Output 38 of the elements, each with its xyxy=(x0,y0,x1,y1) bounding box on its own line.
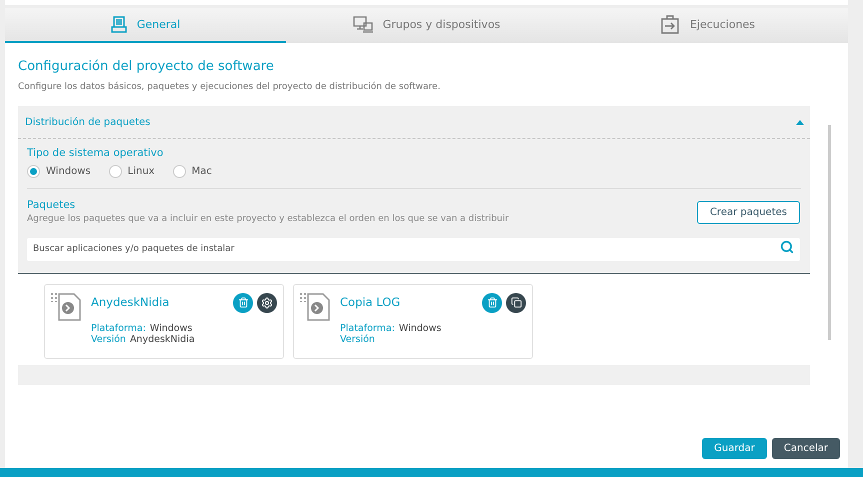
exit-box-icon xyxy=(660,15,680,34)
drag-handle-icon[interactable] xyxy=(51,292,57,302)
trash-icon xyxy=(486,297,498,308)
search-icon[interactable] xyxy=(780,240,794,254)
tab[interactable]: Ejecuciones xyxy=(567,8,848,43)
radio-option[interactable]: Mac xyxy=(172,165,212,178)
search-field[interactable]: Buscar aplicaciones y/o paquetes de instalar xyxy=(27,238,800,260)
field-label: Tipo de sistema operativo xyxy=(27,147,164,159)
hint-text: Agregue los paquetes que va a incluir en este proyecto y establezca el orden en los que se van a distribuir xyxy=(27,214,509,224)
gear-icon xyxy=(261,296,273,308)
collapse-icon xyxy=(796,120,804,124)
drag-handle-icon[interactable] xyxy=(300,292,306,302)
page-subtitle: Configure los datos básicos, paquetes y ejecuciones del proyecto de distribución de software. xyxy=(18,82,442,92)
copy-icon xyxy=(510,297,522,308)
file-icon xyxy=(57,292,83,320)
field-key: Plataforma: xyxy=(340,322,395,334)
cancel-button[interactable]: Cancelar xyxy=(772,438,840,459)
field-key: Versión xyxy=(91,334,126,344)
file-icon xyxy=(306,292,332,320)
radio-option[interactable]: Windows xyxy=(27,165,91,178)
field-value: Windows xyxy=(150,322,192,334)
field-value: AnydeskNidia xyxy=(130,334,195,344)
field-key: Plataforma: xyxy=(91,322,146,334)
field-label: Paquetes xyxy=(27,199,76,211)
settings-button[interactable] xyxy=(257,292,277,312)
devices-icon xyxy=(352,16,373,34)
copy-button[interactable] xyxy=(506,292,526,312)
tray-icon xyxy=(110,16,127,34)
field-key: Versión xyxy=(340,334,375,344)
tab[interactable]: Grupos y dispositivos xyxy=(286,8,567,43)
radio-option[interactable]: Linux xyxy=(108,165,155,178)
field-value: Windows xyxy=(398,322,442,334)
page-title: Configuración del proyecto de software xyxy=(18,59,275,74)
package-name: Copia LOG xyxy=(340,294,402,308)
section-title: Distribución de paquetes xyxy=(25,116,150,128)
create-packages-button[interactable]: Crear paquetes xyxy=(696,201,800,224)
trash-icon xyxy=(238,297,248,308)
package-name: AnydeskNidia xyxy=(91,294,170,308)
